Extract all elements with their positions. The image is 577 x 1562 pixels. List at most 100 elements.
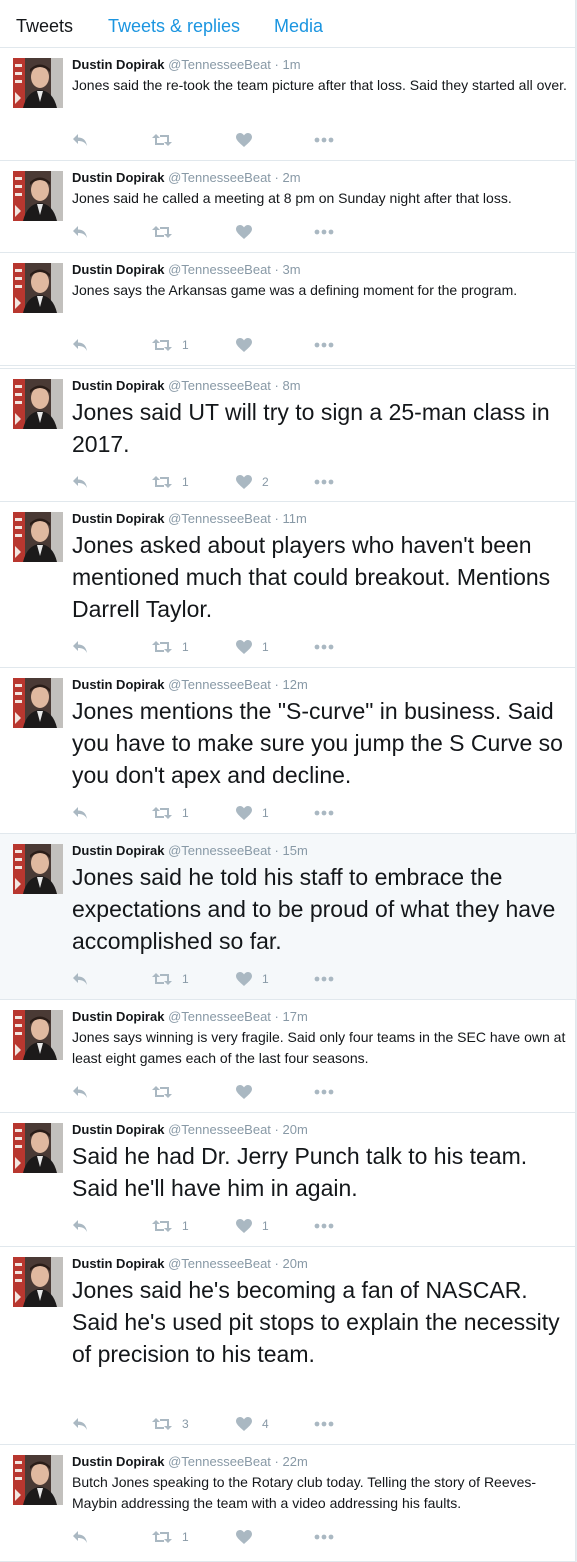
more-button[interactable]: [314, 335, 334, 355]
reply-button[interactable]: [72, 637, 88, 657]
retweet-button[interactable]: [152, 1082, 182, 1102]
more-button[interactable]: [314, 969, 334, 989]
user-handle[interactable]: @TennesseeBeat: [168, 1256, 271, 1271]
user-handle[interactable]: @TennesseeBeat: [168, 511, 271, 526]
more-button[interactable]: [314, 472, 334, 492]
user-handle[interactable]: @TennesseeBeat: [168, 1009, 271, 1024]
tweet-timestamp[interactable]: 2m: [283, 170, 301, 185]
user-name[interactable]: Dustin Dopirak: [72, 1256, 164, 1271]
like-button[interactable]: 4: [236, 1414, 269, 1434]
reply-button[interactable]: [72, 803, 88, 823]
retweet-button[interactable]: 3: [152, 1414, 189, 1434]
tweet[interactable]: Dustin Dopirak @TennesseeBeat · 22m Butc…: [0, 1445, 576, 1562]
reply-button[interactable]: [72, 1414, 88, 1434]
like-button[interactable]: 1: [236, 1216, 269, 1236]
tweet-timestamp[interactable]: 8m: [283, 378, 301, 393]
user-handle[interactable]: @TennesseeBeat: [168, 843, 271, 858]
avatar[interactable]: [13, 171, 63, 221]
more-button[interactable]: [314, 1414, 334, 1434]
tab-tweets[interactable]: Tweets: [16, 0, 73, 48]
user-handle[interactable]: @TennesseeBeat: [168, 170, 271, 185]
avatar[interactable]: [13, 1123, 63, 1173]
reply-button[interactable]: [72, 472, 88, 492]
avatar[interactable]: [13, 1010, 63, 1060]
more-button[interactable]: [314, 1082, 334, 1102]
like-button[interactable]: 1: [236, 969, 269, 989]
reply-button[interactable]: [72, 130, 88, 150]
retweet-button[interactable]: 1: [152, 335, 189, 355]
more-button[interactable]: [314, 222, 334, 242]
user-name[interactable]: Dustin Dopirak: [72, 1454, 164, 1469]
user-name[interactable]: Dustin Dopirak: [72, 677, 164, 692]
retweet-button[interactable]: 1: [152, 637, 189, 657]
retweet-button[interactable]: [152, 222, 182, 242]
like-button[interactable]: 1: [236, 803, 269, 823]
more-button[interactable]: [314, 130, 334, 150]
like-button[interactable]: [236, 130, 262, 150]
avatar[interactable]: [13, 379, 63, 429]
retweet-button[interactable]: 1: [152, 472, 189, 492]
user-handle[interactable]: @TennesseeBeat: [168, 378, 271, 393]
more-button[interactable]: [314, 1216, 334, 1236]
user-name[interactable]: Dustin Dopirak: [72, 843, 164, 858]
tweet[interactable]: Dustin Dopirak @TennesseeBeat · 11m Jone…: [0, 502, 576, 668]
tweet[interactable]: Dustin Dopirak @TennesseeBeat · 8m Jones…: [0, 368, 576, 502]
tab-tweets-and-replies[interactable]: Tweets & replies: [108, 0, 240, 48]
tweet[interactable]: Dustin Dopirak @TennesseeBeat · 20m Said…: [0, 1113, 576, 1247]
avatar[interactable]: [13, 1455, 63, 1505]
avatar[interactable]: [13, 263, 63, 313]
avatar[interactable]: [13, 512, 63, 562]
like-button[interactable]: [236, 1527, 262, 1547]
tweet[interactable]: Dustin Dopirak @TennesseeBeat · 12m Jone…: [0, 668, 576, 834]
user-name[interactable]: Dustin Dopirak: [72, 262, 164, 277]
reply-button[interactable]: [72, 1527, 88, 1547]
tweet[interactable]: Dustin Dopirak @TennesseeBeat · 20m Jone…: [0, 1247, 576, 1445]
tweet-timestamp[interactable]: 17m: [283, 1009, 308, 1024]
avatar[interactable]: [13, 678, 63, 728]
like-button[interactable]: [236, 1082, 262, 1102]
tweet-timestamp[interactable]: 11m: [283, 511, 307, 526]
like-button[interactable]: [236, 222, 262, 242]
tweet-timestamp[interactable]: 20m: [283, 1256, 308, 1271]
user-name[interactable]: Dustin Dopirak: [72, 511, 164, 526]
retweet-button[interactable]: [152, 130, 182, 150]
reply-button[interactable]: [72, 969, 88, 989]
more-button[interactable]: [314, 1527, 334, 1547]
user-handle[interactable]: @TennesseeBeat: [168, 57, 271, 72]
like-button[interactable]: 2: [236, 472, 269, 492]
tweet-timestamp[interactable]: 20m: [283, 1122, 308, 1137]
tweet[interactable]: Dustin Dopirak @TennesseeBeat · 15m Jone…: [0, 834, 576, 1000]
tweet[interactable]: Dustin Dopirak @TennesseeBeat · 17m Jone…: [0, 1000, 576, 1113]
user-name[interactable]: Dustin Dopirak: [72, 57, 164, 72]
retweet-button[interactable]: 1: [152, 803, 189, 823]
like-button[interactable]: [236, 335, 262, 355]
user-handle[interactable]: @TennesseeBeat: [168, 262, 271, 277]
tweet[interactable]: Dustin Dopirak @TennesseeBeat · 1m Jones…: [0, 48, 576, 161]
tweet-timestamp[interactable]: 1m: [283, 57, 301, 72]
tweet-timestamp[interactable]: 15m: [283, 843, 308, 858]
user-name[interactable]: Dustin Dopirak: [72, 1122, 164, 1137]
tweet-timestamp[interactable]: 12m: [283, 677, 308, 692]
tweet[interactable]: Dustin Dopirak @TennesseeBeat · 3m Jones…: [0, 253, 576, 366]
user-name[interactable]: Dustin Dopirak: [72, 170, 164, 185]
reply-button[interactable]: [72, 1216, 88, 1236]
like-button[interactable]: 1: [236, 637, 269, 657]
more-button[interactable]: [314, 803, 334, 823]
tweet-timestamp[interactable]: 22m: [283, 1454, 308, 1469]
user-name[interactable]: Dustin Dopirak: [72, 378, 164, 393]
tab-media[interactable]: Media: [274, 0, 323, 48]
reply-button[interactable]: [72, 335, 88, 355]
avatar[interactable]: [13, 844, 63, 894]
retweet-button[interactable]: 1: [152, 1216, 189, 1236]
user-handle[interactable]: @TennesseeBeat: [168, 1122, 271, 1137]
tweet-timestamp[interactable]: 3m: [283, 262, 301, 277]
avatar[interactable]: [13, 58, 63, 108]
retweet-button[interactable]: 1: [152, 1527, 189, 1547]
user-handle[interactable]: @TennesseeBeat: [168, 677, 271, 692]
avatar[interactable]: [13, 1257, 63, 1307]
more-button[interactable]: [314, 637, 334, 657]
reply-button[interactable]: [72, 1082, 88, 1102]
tweet[interactable]: Dustin Dopirak @TennesseeBeat · 2m Jones…: [0, 161, 576, 253]
user-handle[interactable]: @TennesseeBeat: [168, 1454, 271, 1469]
user-name[interactable]: Dustin Dopirak: [72, 1009, 164, 1024]
